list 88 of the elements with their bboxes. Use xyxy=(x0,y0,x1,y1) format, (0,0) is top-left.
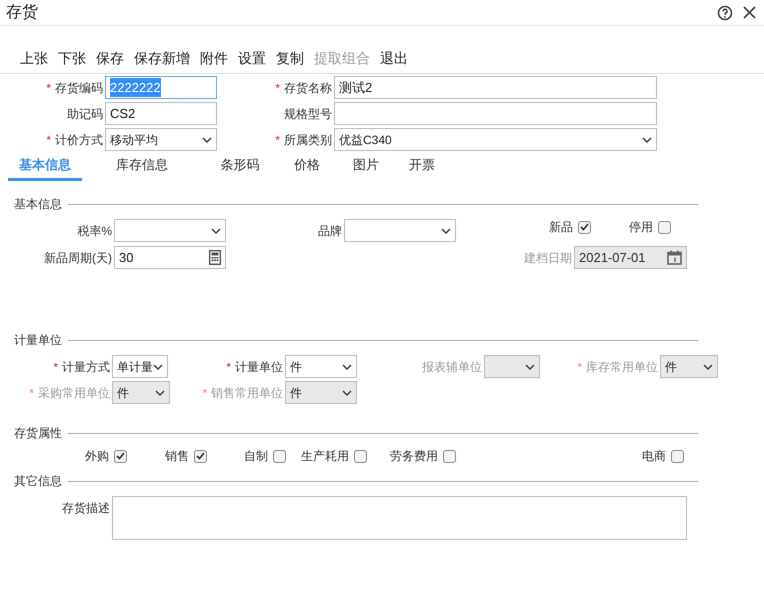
checked-checkbox[interactable] xyxy=(194,450,207,462)
required-mark: * xyxy=(577,358,582,376)
toolbar-button[interactable]: 下张 xyxy=(58,48,86,69)
field-label: 助记码 xyxy=(67,106,103,122)
field-label: 计价方式 xyxy=(55,132,103,148)
chevron-icon xyxy=(342,364,352,370)
dropdown: 件 xyxy=(285,381,357,404)
checkbox-label: 生产耗用 xyxy=(300,448,350,464)
field-label: 新品周期(天) xyxy=(44,250,112,266)
field-label: 计量单位 xyxy=(235,358,283,376)
dropdown[interactable] xyxy=(114,219,226,242)
required-mark: * xyxy=(275,132,280,148)
tab[interactable]: 库存信息 xyxy=(82,155,202,181)
checkbox[interactable] xyxy=(354,450,367,462)
field-label: 计量方式 xyxy=(62,358,110,376)
chevron-icon xyxy=(155,390,165,396)
checkbox-label: 劳务费用 xyxy=(389,448,439,464)
section-heading: 基本信息 xyxy=(14,196,62,213)
field-label: 销售常用单位 xyxy=(211,384,283,402)
checkbox-label: 销售 xyxy=(164,448,190,464)
input-field[interactable]: CS2 xyxy=(105,102,217,125)
toolbar-button[interactable]: 退出 xyxy=(380,48,408,69)
checkbox-label: 外购 xyxy=(84,448,110,464)
checkbox-label: 电商 xyxy=(641,448,667,464)
required-mark: * xyxy=(29,384,34,402)
close-icon[interactable] xyxy=(743,6,756,19)
field-label: 报表辅单位 xyxy=(422,358,482,376)
tab[interactable]: 开票 xyxy=(396,155,448,181)
checkbox[interactable] xyxy=(273,450,286,462)
dropdown: 件 xyxy=(112,381,170,404)
dropdown: 件 xyxy=(660,355,718,378)
checkbox-label: 自制 xyxy=(243,448,269,464)
toolbar-button[interactable]: 复制 xyxy=(276,48,304,69)
dropdown[interactable]: 移动平均 xyxy=(105,128,217,151)
dropdown[interactable]: 优益C340 xyxy=(334,128,657,151)
date-field: 2021-07-01 xyxy=(574,246,687,269)
input-field[interactable] xyxy=(334,102,657,125)
required-mark: * xyxy=(46,80,51,96)
tab[interactable]: 价格 xyxy=(278,155,336,181)
chevron-icon xyxy=(211,228,221,234)
chevron-icon xyxy=(525,364,535,370)
required-mark: * xyxy=(226,358,231,376)
checkbox[interactable] xyxy=(443,450,456,462)
field-label: 品牌 xyxy=(318,222,342,240)
checkbox-label: 停用 xyxy=(628,219,654,235)
checkbox[interactable] xyxy=(671,450,684,462)
input-field[interactable]: 测试2 xyxy=(334,76,657,99)
field-label: 库存常用单位 xyxy=(586,358,658,376)
section-heading: 计量单位 xyxy=(14,332,62,349)
dropdown[interactable] xyxy=(344,219,456,242)
required-mark: * xyxy=(53,358,58,376)
section-heading: 存货属性 xyxy=(14,425,62,442)
calculator-icon[interactable] xyxy=(209,250,221,265)
dropdown[interactable]: 单计量 xyxy=(112,355,168,378)
toolbar-button[interactable]: 保存 xyxy=(96,48,124,69)
tab[interactable]: 图片 xyxy=(336,155,396,181)
section-heading: 其它信息 xyxy=(14,473,62,490)
required-mark: * xyxy=(202,384,207,402)
window-title: 存货 xyxy=(6,2,38,22)
text-area[interactable] xyxy=(112,496,687,540)
checkbox[interactable] xyxy=(658,220,671,234)
checkbox-label: 新品 xyxy=(548,219,574,235)
number-field[interactable]: 30 xyxy=(114,246,226,269)
field-label: 存货名称 xyxy=(284,80,332,96)
checked-checkbox[interactable] xyxy=(114,450,127,462)
toolbar-button[interactable]: 上张 xyxy=(20,48,48,69)
field-label: 规格型号 xyxy=(284,106,332,122)
help-icon[interactable] xyxy=(717,4,733,20)
required-mark: * xyxy=(46,132,51,148)
field-label: 采购常用单位 xyxy=(38,384,110,402)
field-label: 存货编码 xyxy=(55,80,103,96)
chevron-icon xyxy=(153,364,163,370)
chevron-icon xyxy=(342,390,352,396)
chevron-icon xyxy=(202,136,212,142)
checked-checkbox[interactable] xyxy=(578,220,591,234)
field-label: 存货描述 xyxy=(62,500,110,516)
tab[interactable]: 条形码 xyxy=(202,155,278,181)
toolbar-button[interactable]: 设置 xyxy=(238,48,266,69)
required-mark: * xyxy=(275,80,280,96)
toolbar-button[interactable]: 附件 xyxy=(200,48,228,69)
chevron-icon xyxy=(703,364,713,370)
toolbar-button[interactable]: 保存新增 xyxy=(134,48,190,69)
dropdown[interactable]: 件 xyxy=(285,355,357,378)
field-label: 税率% xyxy=(77,222,112,240)
chevron-icon xyxy=(441,228,451,234)
field-label: 建档日期 xyxy=(524,250,572,266)
chevron-icon xyxy=(642,136,652,142)
field-label: 所属类别 xyxy=(284,132,332,148)
